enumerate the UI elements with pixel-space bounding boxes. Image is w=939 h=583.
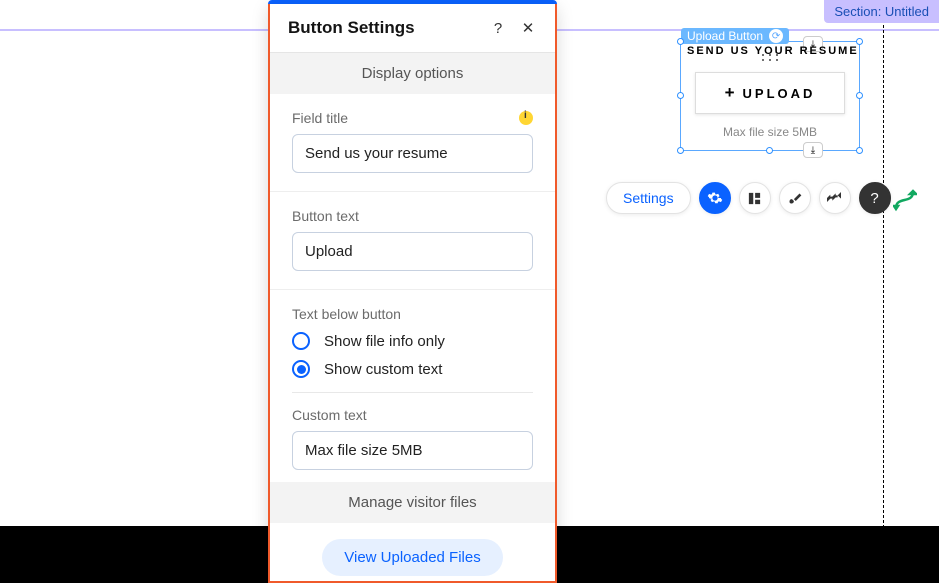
drag-handle-icon[interactable] [760, 54, 780, 62]
floating-toolbar: Settings ? [606, 182, 891, 214]
button-text-input[interactable] [292, 232, 533, 271]
section-manage-files: Manage visitor files [270, 482, 555, 523]
button-settings-panel: Button Settings ? ✕ Display options Fiel… [268, 4, 557, 583]
resize-handle[interactable] [766, 147, 773, 154]
upload-button[interactable]: + UPLOAD [695, 72, 845, 114]
resize-handle[interactable] [856, 147, 863, 154]
radio-icon [292, 332, 310, 350]
download-icon[interactable]: ⤓ [803, 142, 823, 158]
custom-text-label: Custom text [292, 407, 367, 423]
panel-title: Button Settings [288, 18, 477, 38]
radio-icon [292, 360, 310, 378]
text-below-label: Text below button [292, 306, 401, 322]
info-icon[interactable] [519, 111, 533, 125]
field-title-block: Field title [270, 94, 555, 192]
widget-name-tag[interactable]: Upload Button ⟳ [681, 28, 789, 44]
resize-handle[interactable] [856, 92, 863, 99]
text-below-block: Text below button Show file info only Sh… [270, 290, 555, 478]
help-icon[interactable]: ? [859, 182, 891, 214]
view-uploaded-files-button[interactable]: View Uploaded Files [322, 539, 502, 576]
canvas-ruler-guide [883, 0, 884, 583]
resize-handle[interactable] [677, 92, 684, 99]
radio-custom-text[interactable]: Show custom text [292, 360, 533, 378]
section-display-options: Display options [270, 53, 555, 94]
radio-file-info[interactable]: Show file info only [292, 332, 533, 350]
layout-icon[interactable] [739, 182, 771, 214]
field-title-input[interactable] [292, 134, 533, 173]
widget-subtext: Max file size 5MB [681, 125, 859, 139]
plus-icon: + [725, 83, 735, 103]
brush-icon[interactable] [779, 182, 811, 214]
custom-text-input[interactable] [292, 431, 533, 470]
close-icon[interactable]: ✕ [519, 19, 537, 37]
reload-icon[interactable]: ⟳ [769, 29, 783, 43]
field-title-label: Field title [292, 110, 348, 126]
upload-button-widget[interactable]: Upload Button ⟳ ⤓ SEND US YOUR RESUME + … [680, 41, 860, 151]
resize-handle[interactable] [856, 38, 863, 45]
radio-label: Show custom text [324, 361, 442, 378]
panel-header: Button Settings ? ✕ [270, 4, 555, 53]
widget-tag-label: Upload Button [687, 29, 763, 43]
section-tag[interactable]: Section: Untitled [824, 0, 939, 23]
radio-label: Show file info only [324, 333, 445, 350]
gear-icon[interactable] [699, 182, 731, 214]
button-text-block: Button text [270, 192, 555, 290]
connector-arrow-icon [893, 188, 917, 212]
help-icon[interactable]: ? [489, 19, 507, 37]
settings-button[interactable]: Settings [606, 182, 691, 214]
upload-button-label: UPLOAD [743, 86, 816, 101]
animation-icon[interactable] [819, 182, 851, 214]
button-text-label: Button text [292, 208, 359, 224]
resize-handle[interactable] [677, 38, 684, 45]
resize-handle[interactable] [677, 147, 684, 154]
